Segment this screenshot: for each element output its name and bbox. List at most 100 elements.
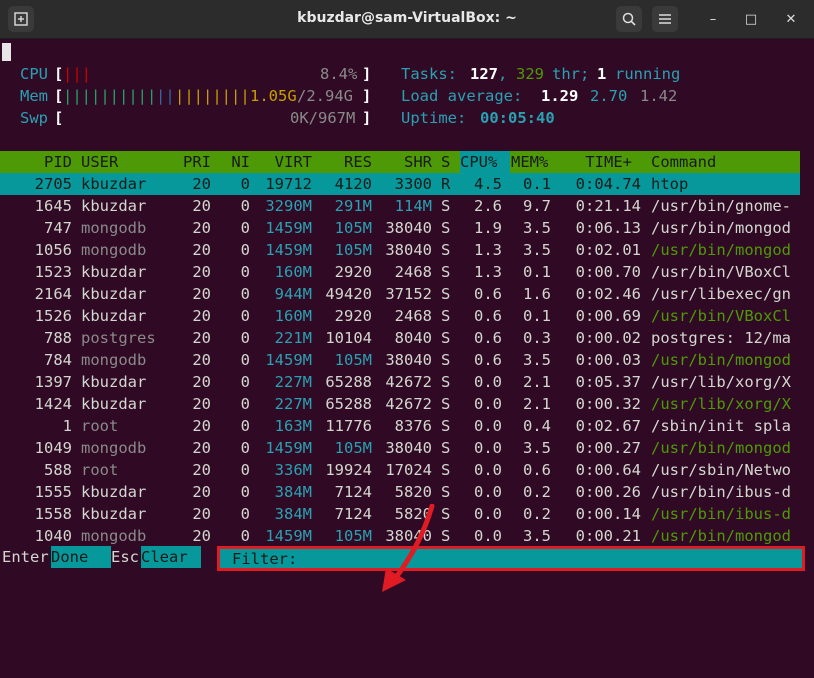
cell-state: S	[441, 263, 451, 281]
hamburger-menu-icon[interactable]	[652, 6, 678, 32]
minimize-button[interactable]: –	[702, 8, 724, 30]
mem-bars-buffers: ||	[156, 87, 175, 105]
process-row[interactable]: 784 mongodb 20 0 1459M 105M 38040 S 0.6 3.5 0:00.0…	[0, 349, 800, 371]
cell-command: /usr/bin/ibus-d	[651, 483, 791, 501]
uptime-label: Uptime:	[401, 109, 467, 127]
col-shr[interactable]: SHR	[380, 151, 432, 173]
cell-shr: 38040	[385, 219, 432, 237]
cell-pri: 20	[192, 329, 211, 347]
cell-mem: 3.5	[523, 439, 551, 457]
cpu-bars: |||	[63, 65, 91, 83]
cell-command: /usr/bin/mongod	[651, 219, 791, 237]
cpu-value: 8.4%	[320, 65, 358, 83]
col-ni[interactable]: NI	[222, 151, 250, 173]
cell-state: S	[441, 439, 451, 457]
cell-pri: 20	[192, 197, 211, 215]
cell-user: kbuzdar	[81, 395, 147, 413]
cell-res: 65288	[325, 395, 372, 413]
cell-pid: 588	[44, 461, 72, 479]
col-mem[interactable]: MEM%	[511, 151, 548, 173]
col-state[interactable]: S	[441, 151, 450, 173]
cell-command: /usr/bin/mongod	[651, 241, 791, 259]
cell-pid: 2164	[34, 285, 72, 303]
cell-mem: 3.5	[523, 527, 551, 545]
cell-user: mongodb	[81, 241, 147, 259]
cell-pri: 20	[192, 417, 211, 435]
cell-pri: 20	[192, 483, 211, 501]
process-row[interactable]: 788 postgres 20 0 221M 10104 8040 S 0.6 0.3 0:00.0…	[0, 327, 800, 349]
cell-shr: 17024	[385, 461, 432, 479]
process-row[interactable]: 747 mongodb 20 0 1459M 105M 38040 S 1.9 3.5 0:06.1…	[0, 217, 800, 239]
process-row[interactable]: 1 root 20 0 163M 11776 8376 S 0.0 0.4 0:02.67/sbin…	[0, 415, 800, 437]
process-row[interactable]: 1523 kbuzdar 20 0 160M 2920 2468 S 1.3 0.1 0:00.70…	[0, 261, 800, 283]
cell-user: root	[81, 417, 119, 435]
cell-user: kbuzdar	[81, 175, 147, 193]
cell-pri: 20	[192, 505, 211, 523]
cell-time: 0:02.67	[575, 417, 641, 435]
col-pri[interactable]: PRI	[160, 151, 211, 173]
cell-time: 0:00.64	[575, 461, 641, 479]
cell-time: 0:04.74	[575, 175, 641, 193]
col-virt[interactable]: VIRT	[258, 151, 312, 173]
search-icon[interactable]	[616, 6, 642, 32]
col-command[interactable]: Command	[651, 151, 716, 173]
process-row[interactable]: 1056 mongodb 20 0 1459M 105M 38040 S 1.3 3.5 0:02.…	[0, 239, 800, 261]
process-row[interactable]: 2164 kbuzdar 20 0 944M 49420 37152 S 0.6 1.6 0:02.…	[0, 283, 800, 305]
cell-pid: 1056	[34, 241, 72, 259]
close-button[interactable]: ✕	[780, 8, 802, 30]
col-pid[interactable]: PID	[0, 151, 72, 173]
cell-pid: 788	[44, 329, 72, 347]
col-user[interactable]: USER	[81, 151, 118, 173]
process-row[interactable]: 1424 kbuzdar 20 0 227M 65288 42672 S 0.0 2.1 0:00.…	[0, 393, 800, 415]
cell-cpu: 0.0	[474, 483, 502, 501]
cell-mem: 1.6	[523, 285, 551, 303]
process-row[interactable]: 588 root 20 0 336M 19924 17024 S 0.0 0.6 0:00.64/u…	[0, 459, 800, 481]
process-row[interactable]: 1555 kbuzdar 20 0 384M 7124 5820 S 0.0 0.2 0:00.26…	[0, 481, 800, 503]
cell-ni: 0	[240, 373, 250, 391]
col-cpu-sorted[interactable]: CPU%	[460, 151, 510, 173]
text-cursor	[2, 43, 11, 61]
cell-mem: 3.5	[523, 351, 551, 369]
cell-time: 0:00.21	[575, 527, 641, 545]
process-row[interactable]: 1397 kbuzdar 20 0 227M 65288 42672 S 0.0 2.1 0:05.…	[0, 371, 800, 393]
filter-input[interactable]: Filter:	[217, 546, 805, 571]
cell-state: S	[441, 329, 451, 347]
cell-command: htop	[651, 175, 689, 193]
cell-mem: 3.5	[523, 219, 551, 237]
cell-state: S	[441, 373, 451, 391]
process-row[interactable]: 1645 kbuzdar 20 0 3290M 291M 114M S 2.6 9.7 0:21.1…	[0, 195, 800, 217]
cell-res: 105M	[334, 527, 372, 545]
process-row-selected[interactable]: 2705 kbuzdar 20 0 19712 4120 3300 R 4.5 0.1 0:04.7…	[0, 173, 800, 195]
cell-mem: 0.1	[523, 307, 551, 325]
cell-ni: 0	[240, 241, 250, 259]
cell-state: S	[441, 219, 451, 237]
cell-pri: 20	[192, 285, 211, 303]
cell-pri: 20	[192, 241, 211, 259]
cell-ni: 0	[240, 461, 250, 479]
cell-pri: 20	[192, 307, 211, 325]
terminal-area[interactable]: CPU [ ||| 8.4% ] Mem [ |||||||||| || |||…	[0, 39, 814, 592]
cell-mem: 0.6	[523, 461, 551, 479]
process-row[interactable]: 1049 mongodb 20 0 1459M 105M 38040 S 0.0 3.5 0:00.…	[0, 437, 800, 459]
cell-mem: 3.5	[523, 241, 551, 259]
col-res[interactable]: RES	[320, 151, 372, 173]
cell-pid: 1526	[34, 307, 72, 325]
clear-button[interactable]: Clear	[141, 546, 201, 568]
maximize-button[interactable]: □	[740, 8, 762, 30]
cell-ni: 0	[240, 329, 250, 347]
load-label: Load average:	[401, 87, 523, 105]
cell-virt: 384M	[274, 505, 312, 523]
col-time[interactable]: TIME+	[562, 151, 632, 173]
cell-cpu: 0.0	[474, 505, 502, 523]
cell-res: 11776	[325, 417, 372, 435]
cell-user: mongodb	[81, 219, 147, 237]
process-row[interactable]: 1526 kbuzdar 20 0 160M 2920 2468 S 0.6 0.1 0:00.69…	[0, 305, 800, 327]
tasks-line: Tasks: 127 , 329 thr; 1 running	[401, 65, 681, 83]
done-button[interactable]: Done	[51, 546, 111, 568]
cell-pid: 1049	[34, 439, 72, 457]
cell-cpu: 0.0	[474, 527, 502, 545]
cell-command: /usr/lib/xorg/X	[651, 373, 791, 391]
cell-shr: 37152	[385, 285, 432, 303]
cell-command: /usr/bin/mongod	[651, 351, 791, 369]
cell-cpu: 2.6	[474, 197, 502, 215]
